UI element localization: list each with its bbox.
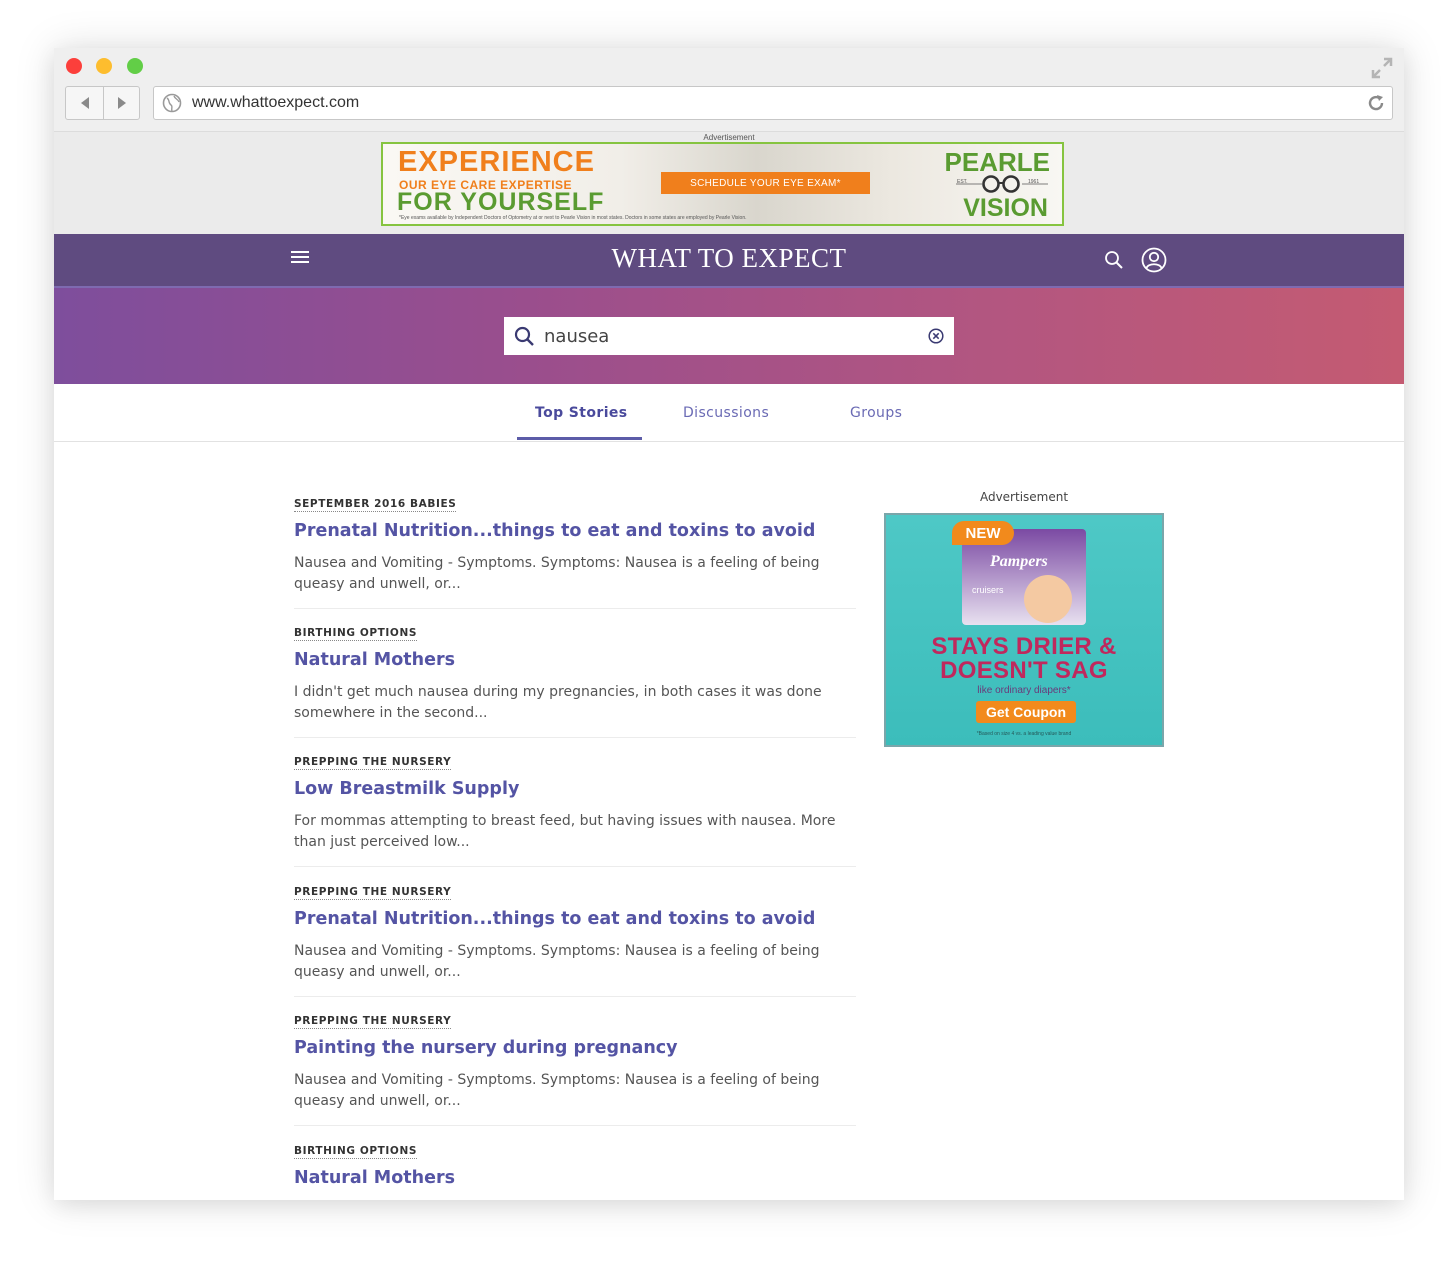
pampers-ad[interactable]: Pampers cruisers NEW STAYS DRIER & DOESN…: [884, 513, 1164, 747]
ad-product: cruisers: [972, 585, 1004, 595]
ad-brand: Pampers: [990, 553, 1048, 570]
result-snippet: Nausea and Vomiting - Symptoms. Symptoms…: [294, 555, 820, 592]
result-category[interactable]: SEPTEMBER 2016 BABIES: [294, 498, 457, 512]
history-nav: [65, 86, 140, 120]
brand-name-top: PEARLE: [944, 147, 1050, 177]
fullscreen-icon[interactable]: [1370, 56, 1394, 80]
svg-text:EST.: EST.: [957, 179, 968, 185]
banner-headline-2: FOR YOURSELF: [397, 188, 605, 216]
result-title[interactable]: Natural Mothers: [294, 1167, 856, 1189]
result-divider: [294, 608, 856, 609]
top-ad-band: Advertisement EXPERIENCE OUR EYE CARE EX…: [54, 132, 1404, 234]
result-snippet: For mommas attempting to breast feed, bu…: [294, 813, 836, 850]
search-result: PREPPING THE NURSERY Painting the nurser…: [294, 1009, 856, 1126]
result-title[interactable]: Natural Mothers: [294, 649, 856, 671]
ad-fine-print: *Based on size 4 vs. a leading value bra…: [976, 731, 1072, 737]
pearle-vision-banner[interactable]: EXPERIENCE OUR EYE CARE EXPERTISE FOR YO…: [381, 142, 1064, 226]
back-arrow-icon: [80, 97, 89, 109]
tab-discussions[interactable]: Discussions: [683, 405, 769, 421]
schedule-exam-button[interactable]: SCHEDULE YOUR EYE EXAM*: [661, 172, 870, 194]
result-category[interactable]: PREPPING THE NURSERY: [294, 886, 452, 900]
browser-window: www.whattoexpect.com Advertisement EXPER…: [54, 48, 1404, 1200]
result-divider: [294, 866, 856, 867]
zoom-window-button[interactable]: [127, 58, 143, 74]
result-title[interactable]: Low Breastmilk Supply: [294, 778, 856, 800]
magnifier-icon: [514, 326, 534, 346]
brand-name-bottom: VISION: [963, 194, 1048, 222]
active-tab-indicator: [517, 437, 642, 440]
svg-text:1961: 1961: [1028, 179, 1039, 185]
minimize-window-button[interactable]: [96, 58, 112, 74]
result-snippet: I didn't get much nausea during my pregn…: [294, 684, 822, 721]
browser-chrome: www.whattoexpect.com: [54, 48, 1404, 132]
site-logo[interactable]: WHAT TO EXPECT: [54, 243, 1404, 274]
result-title[interactable]: Prenatal Nutrition...things to eat and t…: [294, 908, 856, 930]
search-result: BIRTHING OPTIONS Natural Mothers I didn'…: [294, 621, 856, 738]
tab-groups[interactable]: Groups: [850, 405, 902, 421]
search-result: SEPTEMBER 2016 BABIES Prenatal Nutrition…: [294, 492, 856, 609]
result-title[interactable]: Painting the nursery during pregnancy: [294, 1037, 856, 1059]
search-result: PREPPING THE NURSERY Low Breastmilk Supp…: [294, 750, 856, 867]
search-input[interactable]: [544, 322, 904, 350]
ad-headline: STAYS DRIER & DOESN'T SAG: [886, 635, 1162, 683]
search-icon[interactable]: [1104, 250, 1124, 270]
search-result: BIRTHING OPTIONS Natural Mothers: [294, 1139, 856, 1189]
banner-headline: EXPERIENCE: [398, 146, 595, 178]
search-result: PREPPING THE NURSERY Prenatal Nutrition.…: [294, 880, 856, 997]
banner-fine-print: *Eye exams available by Independent Doct…: [399, 215, 747, 221]
baby-image: [1024, 575, 1072, 623]
forward-button[interactable]: [103, 87, 140, 119]
result-title[interactable]: Prenatal Nutrition...things to eat and t…: [294, 520, 856, 542]
result-category[interactable]: PREPPING THE NURSERY: [294, 756, 452, 770]
ad-subline: like ordinary diapers*: [977, 685, 1071, 696]
result-snippet: Nausea and Vomiting - Symptoms. Symptoms…: [294, 943, 820, 980]
search-box[interactable]: [504, 317, 954, 355]
ad-headline-line-2: DOESN'T SAG: [940, 657, 1108, 684]
new-badge: NEW: [952, 521, 1014, 545]
ad-headline-line-1: STAYS DRIER &: [931, 633, 1117, 660]
side-ad-label: Advertisement: [979, 490, 1069, 504]
glasses-logo-icon: EST. 1961: [956, 175, 1048, 193]
result-category[interactable]: BIRTHING OPTIONS: [294, 627, 418, 641]
result-tabs: Top Stories Discussions Groups: [54, 384, 1404, 442]
globe-icon: [162, 93, 182, 113]
ad-label: Advertisement: [703, 133, 755, 142]
close-window-button[interactable]: [66, 58, 82, 74]
address-bar[interactable]: www.whattoexpect.com: [153, 86, 1393, 120]
back-button[interactable]: [66, 87, 104, 119]
result-divider: [294, 737, 856, 738]
url-text: www.whattoexpect.com: [192, 94, 360, 111]
search-hero: [54, 288, 1404, 384]
result-category[interactable]: PREPPING THE NURSERY: [294, 1015, 452, 1029]
get-coupon-button[interactable]: Get Coupon: [976, 701, 1076, 723]
result-divider: [294, 996, 856, 997]
account-icon[interactable]: [1141, 247, 1167, 273]
result-divider: [294, 1125, 856, 1126]
reload-icon[interactable]: [1366, 93, 1386, 113]
result-category[interactable]: BIRTHING OPTIONS: [294, 1145, 418, 1159]
tab-top-stories[interactable]: Top Stories: [535, 405, 628, 421]
clear-search-icon[interactable]: [928, 328, 944, 344]
forward-arrow-icon: [117, 97, 126, 109]
result-snippet: Nausea and Vomiting - Symptoms. Symptoms…: [294, 1072, 820, 1109]
site-header: WHAT TO EXPECT: [54, 234, 1404, 288]
